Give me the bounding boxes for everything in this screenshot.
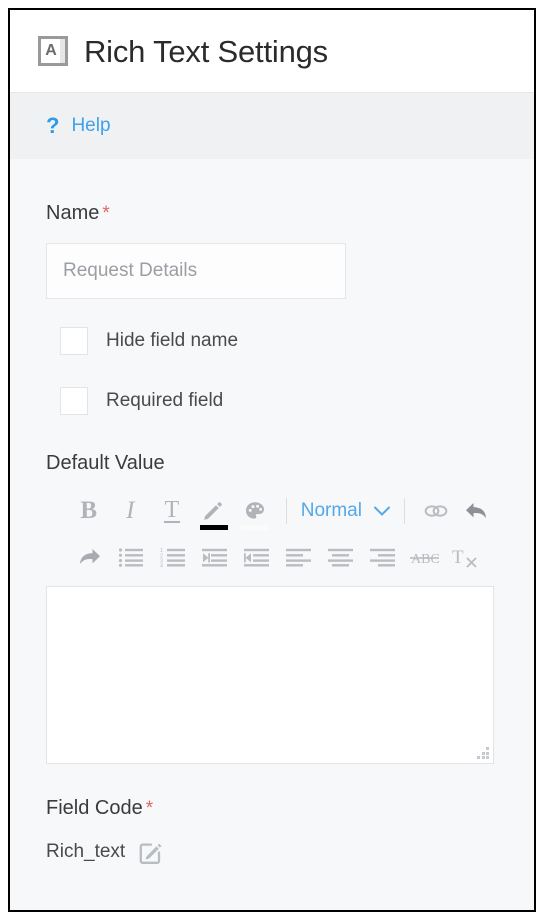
- panel-header: A Rich Text Settings: [10, 10, 534, 92]
- edit-pencil-icon[interactable]: [137, 838, 165, 866]
- resize-handle[interactable]: [477, 747, 489, 759]
- required-field-checkbox[interactable]: [60, 387, 88, 415]
- background-color-swatch: [241, 525, 270, 530]
- hide-field-name-row[interactable]: Hide field name: [46, 327, 498, 355]
- link-icon: [424, 505, 448, 517]
- font-color-swatch: [199, 525, 228, 530]
- align-left-button[interactable]: [278, 537, 320, 577]
- align-left-icon: [286, 548, 311, 567]
- bold-icon: B: [80, 497, 98, 524]
- field-code-required-marker: *: [145, 798, 154, 819]
- hide-field-name-checkbox[interactable]: [60, 327, 88, 355]
- redo-icon: [80, 549, 100, 564]
- indent-button[interactable]: [194, 537, 236, 577]
- editor-toolbar-row-1: B I T Normal: [46, 488, 498, 534]
- svg-text:4: 4: [160, 563, 163, 567]
- align-right-icon: [370, 548, 395, 567]
- chevron-down-icon: [373, 506, 390, 516]
- pencil-icon: [204, 502, 223, 520]
- bullet-list-icon: [118, 548, 143, 567]
- hide-field-name-label: Hide field name: [106, 330, 239, 351]
- name-required-marker: *: [102, 203, 110, 224]
- question-mark-icon: ?: [46, 113, 60, 138]
- name-input[interactable]: Request Details: [46, 243, 346, 299]
- format-dropdown-value: Normal: [300, 500, 362, 521]
- field-code-value: Rich_text: [46, 841, 126, 862]
- name-input-placeholder: Request Details: [63, 260, 198, 281]
- clear-format-button[interactable]: T: [446, 537, 488, 577]
- rich-text-icon-tab: [60, 39, 65, 63]
- undo-button[interactable]: [456, 491, 498, 531]
- numbered-list-icon: 1 2 3 4: [160, 548, 185, 567]
- palette-icon: [245, 502, 264, 519]
- clear-format-icon: T: [452, 547, 477, 568]
- default-value-editor-area[interactable]: [46, 586, 494, 764]
- rich-text-icon: A: [38, 36, 68, 66]
- field-code-row: Rich_text: [46, 838, 498, 866]
- font-color-button[interactable]: [193, 491, 235, 531]
- align-right-button[interactable]: [362, 537, 404, 577]
- italic-button[interactable]: I: [110, 491, 152, 531]
- toolbar-separator-2: [403, 498, 405, 524]
- required-field-row[interactable]: Required field: [46, 387, 498, 415]
- outdent-button[interactable]: [236, 537, 278, 577]
- format-dropdown[interactable]: Normal: [297, 500, 394, 522]
- outdent-icon: [244, 548, 269, 567]
- rich-text-editor: B I T Normal 1 2 3 4 ABC T: [46, 488, 498, 764]
- default-value-label: Default Value: [46, 452, 165, 474]
- bullet-list-button[interactable]: [110, 537, 152, 577]
- help-link[interactable]: Help: [71, 115, 110, 137]
- redo-button[interactable]: [68, 537, 110, 577]
- edit-pencil-glyph: [139, 843, 162, 864]
- svg-text:T: T: [452, 547, 464, 568]
- indent-icon: [202, 548, 227, 567]
- toolbar-separator: [285, 498, 287, 524]
- undo-icon: [466, 503, 487, 518]
- link-button[interactable]: [415, 491, 457, 531]
- strikethrough-button[interactable]: ABC: [404, 537, 446, 577]
- field-code-label: Field Code *: [46, 797, 498, 820]
- help-bar: ? Help: [10, 92, 534, 159]
- strikethrough-icon: ABC: [410, 552, 440, 567]
- numbered-list-button[interactable]: 1 2 3 4: [152, 537, 194, 577]
- name-label-text: Name: [46, 202, 100, 224]
- align-center-button[interactable]: [320, 537, 362, 577]
- align-center-icon: [328, 548, 353, 567]
- underline-icon: T: [163, 496, 181, 524]
- italic-icon: I: [126, 497, 135, 524]
- svg-text:ABC: ABC: [411, 552, 440, 567]
- name-label: Name *: [46, 202, 498, 225]
- background-color-button[interactable]: [234, 491, 276, 531]
- page-title: Rich Text Settings: [84, 33, 328, 69]
- required-field-label: Required field: [106, 390, 224, 411]
- field-code-label-text: Field Code: [46, 797, 143, 819]
- underline-button[interactable]: T: [151, 491, 193, 531]
- rich-text-icon-glyph: A: [41, 39, 61, 63]
- bold-button[interactable]: B: [68, 491, 110, 531]
- panel-body: Name * Request Details Hide field name Re…: [10, 202, 534, 910]
- editor-toolbar-row-2: 1 2 3 4 ABC T: [46, 534, 498, 580]
- settings-panel: A Rich Text Settings ? Help Name * Reques…: [8, 8, 536, 912]
